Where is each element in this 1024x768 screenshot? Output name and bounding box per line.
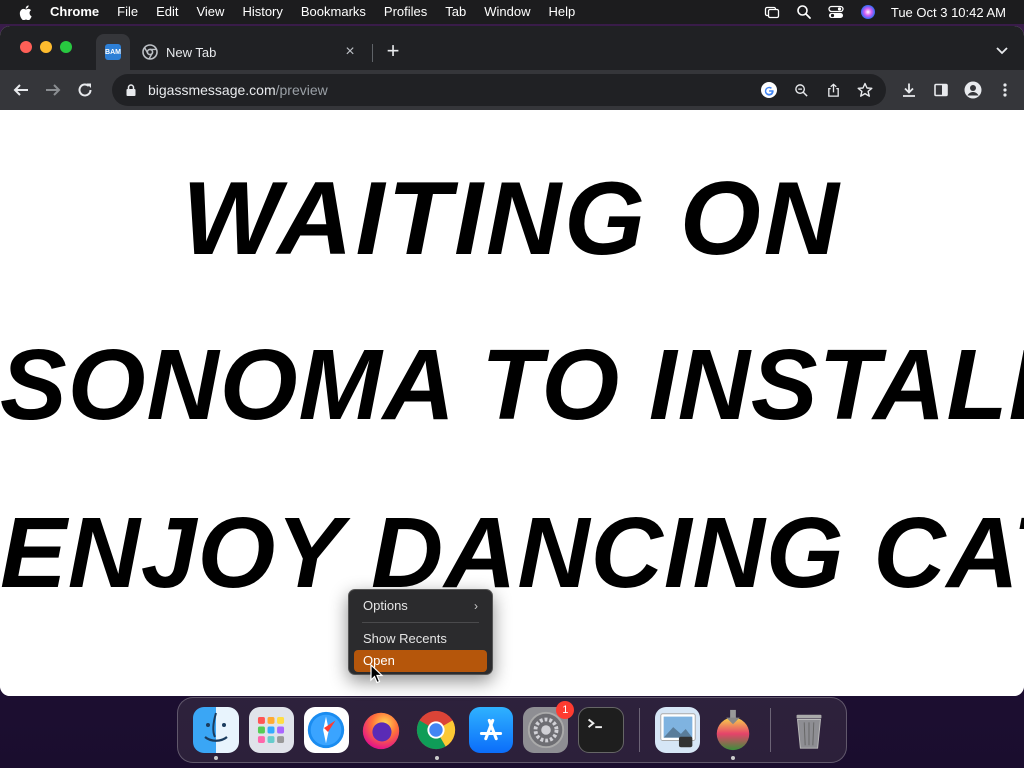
menu-window[interactable]: Window [475,0,539,24]
reload-icon [78,83,92,97]
tab-separator [372,44,373,62]
menu-bookmarks[interactable]: Bookmarks [292,0,375,24]
running-indicator [214,756,218,760]
running-indicator [731,756,736,760]
google-lens-icon[interactable] [760,81,778,99]
tab-title: New Tab [166,44,217,60]
trash-icon[interactable] [786,707,831,753]
menu-profiles[interactable]: Profiles [375,0,436,24]
window-maximize-button[interactable] [60,41,72,53]
headline-line-3: ENJOY DANCING CAT [0,497,1024,609]
firefox-icon[interactable] [359,707,404,753]
mouse-pointer-icon [370,664,384,684]
menu-file[interactable]: File [108,0,147,24]
menu-item-show-recents-label: Show Recents [363,631,447,646]
chrome-menu-icon[interactable] [996,81,1014,99]
menu-help[interactable]: Help [540,0,585,24]
launchpad-icon[interactable] [249,707,294,753]
menu-app-name[interactable]: Chrome [36,0,108,24]
menu-item-options-label: Options [363,598,408,613]
tab-search-chevron-icon[interactable] [994,42,1010,58]
tab-new-tab[interactable]: New Tab × [132,34,368,70]
bam-favicon-icon: BAM [105,44,121,60]
address-bar[interactable]: bigassmessage.com/preview [112,74,886,106]
tab-strip: BAM New Tab × + [0,26,1024,70]
back-arrow-icon [13,84,28,96]
safari-icon[interactable] [303,707,349,753]
control-center-icon[interactable] [827,3,845,21]
new-tab-button[interactable]: + [382,40,404,62]
screen-mirroring-icon[interactable] [763,3,781,21]
browser-toolbar: bigassmessage.com/preview [0,70,1024,110]
back-button[interactable] [8,77,34,103]
menu-edit[interactable]: Edit [147,0,187,24]
notification-badge: 1 [556,701,575,719]
window-minimize-button[interactable] [40,41,52,53]
reload-button[interactable] [72,77,98,103]
window-close-button[interactable] [20,41,32,53]
siri-icon[interactable] [859,3,877,21]
menu-view[interactable]: View [187,0,233,24]
bookmark-star-icon[interactable] [856,81,874,99]
dock-separator [639,708,641,752]
forward-button[interactable] [40,77,66,103]
chrome-icon[interactable] [414,707,459,760]
web-page-content: WAITING ON SONOMA TO INSTALL, ENJOY DANC… [0,110,1024,696]
app-store-icon[interactable] [468,707,514,753]
preview-icon[interactable] [655,707,701,753]
chevron-right-icon: › [474,599,478,613]
tab-close-icon[interactable]: × [342,44,358,60]
dock-separator [770,708,772,752]
menu-item-options[interactable]: Options › [354,595,487,617]
chrome-favicon-icon [142,44,158,60]
menu-item-show-recents[interactable]: Show Recents [354,628,487,650]
finder-icon[interactable] [193,707,239,760]
spotlight-search-icon[interactable] [795,3,813,21]
system-settings-icon[interactable]: 1 [523,701,575,753]
apple-menu-icon[interactable] [14,4,36,20]
share-icon[interactable] [824,81,842,99]
dock: 1 [177,697,847,763]
headline-line-1: WAITING ON [182,161,842,277]
url-path: /preview [275,82,328,98]
dock-context-menu: Options › Show Recents Open [348,589,493,675]
window-controls [20,41,72,53]
lock-icon[interactable] [124,83,138,97]
headline-line-2: SONOMA TO INSTALL, [0,329,1024,441]
forward-arrow-icon [46,84,61,96]
side-panel-icon[interactable] [932,81,950,99]
menu-bar: Chrome File Edit View History Bookmarks … [0,0,1024,24]
profile-avatar-icon[interactable] [964,81,982,99]
terminal-icon[interactable] [578,707,625,753]
downloads-icon[interactable] [900,81,918,99]
menu-bar-clock[interactable]: Tue Oct 3 10:42 AM [891,5,1006,20]
macos-installer-icon[interactable] [710,707,755,760]
menu-history[interactable]: History [233,0,291,24]
chrome-window: BAM New Tab × + bigassmessage.com/previe… [0,26,1024,696]
menu-separator [362,622,479,623]
url-host: bigassmessage.com [148,82,276,98]
tab-pinned-bam[interactable]: BAM [96,34,130,70]
zoom-icon[interactable] [792,81,810,99]
running-indicator [434,756,439,760]
menu-tab[interactable]: Tab [436,0,475,24]
